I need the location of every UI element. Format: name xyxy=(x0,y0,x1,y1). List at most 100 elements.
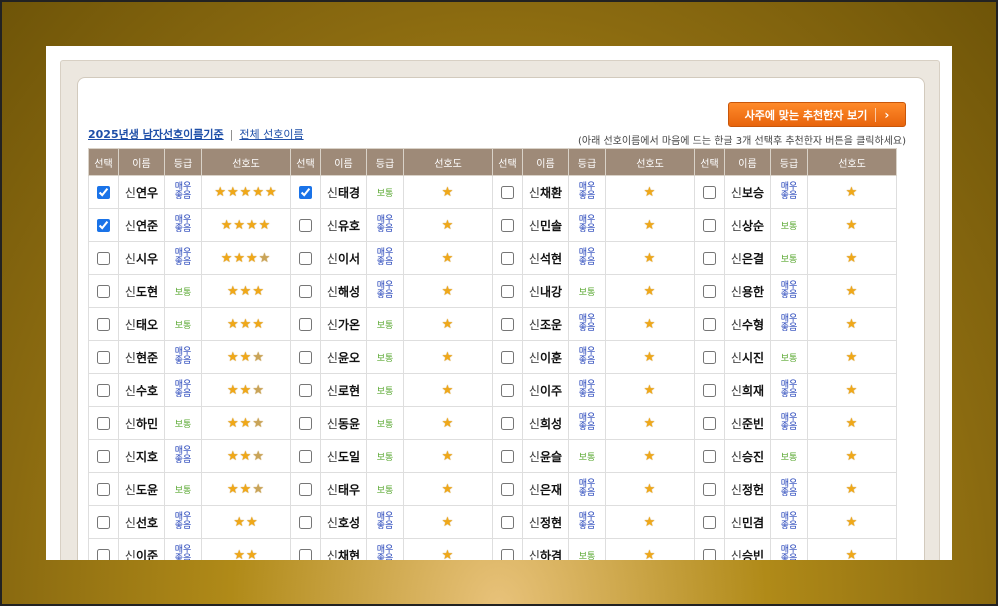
preference-cell: ★ xyxy=(807,241,897,275)
select-cell xyxy=(88,406,119,440)
name-checkbox[interactable] xyxy=(97,252,110,265)
star-rating-icon: ★ xyxy=(643,415,657,431)
surname: 신 xyxy=(730,482,742,497)
name-checkbox[interactable] xyxy=(703,318,716,331)
star-rating-icon: ★★★ xyxy=(227,481,265,497)
name-cell: 신석현 xyxy=(522,241,569,275)
name-checkbox[interactable] xyxy=(501,186,514,199)
preference-cell: ★ xyxy=(807,439,897,473)
name-checkbox[interactable] xyxy=(703,450,716,463)
name-checkbox[interactable] xyxy=(97,417,110,430)
name-checkbox[interactable] xyxy=(703,384,716,397)
surname: 신 xyxy=(730,251,742,266)
select-cell xyxy=(694,241,725,275)
filter-all-names[interactable]: 전체 선호이름 xyxy=(239,126,303,142)
grade-very-good: 매우 좋음 xyxy=(174,182,192,201)
preference-cell: ★ xyxy=(605,439,695,473)
name-checkbox[interactable] xyxy=(703,285,716,298)
table-row: 신현준 매우 좋음 ★★★ 신윤오 보통 ★ 신이훈 매우 좋음 ★ 신시진 보통 ★ xyxy=(88,340,897,374)
name-checkbox[interactable] xyxy=(97,186,110,199)
grade-cell: 매우 좋음 xyxy=(568,505,606,539)
name-checkbox[interactable] xyxy=(299,285,312,298)
select-cell xyxy=(694,406,725,440)
name-checkbox[interactable] xyxy=(299,351,312,364)
header-preference: 선호도 xyxy=(201,148,291,176)
name-checkbox[interactable] xyxy=(299,483,312,496)
button-divider xyxy=(875,107,877,122)
surname: 신 xyxy=(528,350,540,365)
name-checkbox[interactable] xyxy=(703,417,716,430)
name-checkbox[interactable] xyxy=(97,384,110,397)
name-checkbox[interactable] xyxy=(703,549,716,560)
name-cell: 신호성 xyxy=(320,505,367,539)
name-checkbox[interactable] xyxy=(299,219,312,232)
name-checkbox[interactable] xyxy=(501,285,514,298)
name-checkbox[interactable] xyxy=(97,318,110,331)
select-cell xyxy=(694,505,725,539)
surname: 신 xyxy=(326,383,338,398)
name-checkbox[interactable] xyxy=(703,483,716,496)
name-checkbox[interactable] xyxy=(299,186,312,199)
name-cell: 신승빈 xyxy=(724,538,771,560)
name-checkbox[interactable] xyxy=(501,219,514,232)
name-checkbox[interactable] xyxy=(299,318,312,331)
table-row: 신연우 매우 좋음 ★★★★★ 신태경 보통 ★ 신채환 매우 좋음 ★ 신보승 매우 좋음 ★ xyxy=(88,175,897,209)
name-checkbox[interactable] xyxy=(501,516,514,529)
name-checkbox[interactable] xyxy=(97,285,110,298)
name-checkbox[interactable] xyxy=(97,549,110,560)
name-checkbox[interactable] xyxy=(501,351,514,364)
name-checkbox[interactable] xyxy=(703,186,716,199)
grade-cell: 매우 좋음 xyxy=(568,406,606,440)
filter-2025-male[interactable]: 2025년생 남자선호이름기준 xyxy=(88,126,224,142)
name-checkbox[interactable] xyxy=(501,384,514,397)
name-checkbox[interactable] xyxy=(97,450,110,463)
recommend-hanja-button[interactable]: 사주에 맞는 추천한자 보기 › xyxy=(728,102,906,127)
grade-cell: 보통 xyxy=(568,538,606,560)
grade-very-good: 매우 좋음 xyxy=(376,545,394,561)
surname: 신 xyxy=(730,383,742,398)
name-checkbox[interactable] xyxy=(97,483,110,496)
name-checkbox[interactable] xyxy=(97,219,110,232)
name-checkbox[interactable] xyxy=(501,417,514,430)
preference-cell: ★ xyxy=(605,373,695,407)
preference-cell: ★★★ xyxy=(201,472,291,506)
grade-cell: 매우 좋음 xyxy=(568,340,606,374)
name-checkbox[interactable] xyxy=(97,351,110,364)
name-checkbox[interactable] xyxy=(703,252,716,265)
name-checkbox[interactable] xyxy=(97,516,110,529)
name-checkbox[interactable] xyxy=(501,252,514,265)
name-checkbox[interactable] xyxy=(299,384,312,397)
name-checkbox[interactable] xyxy=(703,219,716,232)
name-cell: 신희성 xyxy=(522,406,569,440)
name-checkbox[interactable] xyxy=(501,318,514,331)
grade-cell: 매우 좋음 xyxy=(568,241,606,275)
name-checkbox[interactable] xyxy=(501,483,514,496)
select-cell xyxy=(492,505,523,539)
name-checkbox[interactable] xyxy=(501,450,514,463)
select-cell xyxy=(88,505,119,539)
grade-very-good: 매우 좋음 xyxy=(174,215,192,234)
name-checkbox[interactable] xyxy=(703,351,716,364)
name-checkbox[interactable] xyxy=(501,549,514,560)
table-row: 신지호 매우 좋음 ★★★ 신도일 보통 ★ 신윤슬 보통 ★ 신승진 보통 ★ xyxy=(88,439,897,473)
grade-very-good: 매우 좋음 xyxy=(578,314,596,333)
name-checkbox[interactable] xyxy=(299,549,312,560)
given-name: 수형 xyxy=(741,317,765,332)
given-name: 승진 xyxy=(741,449,765,464)
name-checkbox[interactable] xyxy=(299,516,312,529)
star-rating-icon: ★ xyxy=(845,283,859,299)
name-checkbox[interactable] xyxy=(299,417,312,430)
surname: 신 xyxy=(124,449,136,464)
star-rating-icon: ★ xyxy=(441,184,455,200)
surname: 신 xyxy=(124,317,136,332)
surname: 신 xyxy=(730,185,742,200)
name-checkbox[interactable] xyxy=(299,450,312,463)
select-cell xyxy=(492,340,523,374)
name-checkbox[interactable] xyxy=(703,516,716,529)
grade-very-good: 매우 좋음 xyxy=(174,545,192,561)
name-checkbox[interactable] xyxy=(299,252,312,265)
star-rating-icon: ★★★ xyxy=(227,349,265,365)
select-cell xyxy=(88,208,119,242)
grade-cell: 보통 xyxy=(164,406,202,440)
star-rating-icon: ★ xyxy=(441,448,455,464)
